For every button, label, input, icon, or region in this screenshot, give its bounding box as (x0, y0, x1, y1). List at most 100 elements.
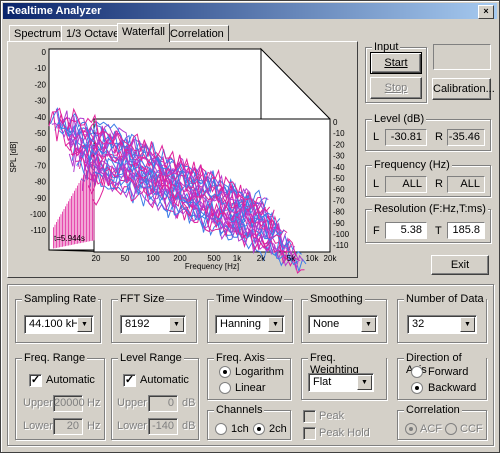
input-indicator (433, 44, 491, 70)
frequency-r-label: R (435, 178, 443, 190)
channels-label: Channels (214, 404, 265, 416)
stop-button[interactable]: Stop (370, 77, 422, 99)
level-range-upper-label: Upper (117, 397, 147, 409)
channels-1ch-label: 1ch (231, 423, 249, 435)
z-tick-label: -70 (333, 196, 345, 205)
time-window-select[interactable]: Hanning ▼ (215, 315, 285, 334)
level-range-lower-input[interactable]: -140 (148, 418, 178, 435)
waterfall-chart: 0-10-20-30-40-50-60-70-80-90-100-110 20 5… (9, 47, 350, 274)
y-tick-label: 0 (42, 48, 47, 57)
freq-range-lower-input[interactable]: 20 (53, 418, 83, 435)
fft-size-label: FFT Size (118, 293, 167, 305)
direction-forward-label: Forward (428, 366, 469, 378)
level-r-label: R (435, 131, 443, 143)
resolution-f-value: 5.38 (385, 222, 427, 239)
x-tick-label: 2k (257, 254, 266, 263)
sampling-rate-select[interactable]: 44.100 kHz ▼ (24, 315, 94, 334)
freq-range-upper-input[interactable]: 20000 (53, 395, 85, 412)
frequency-group-label: Frequency (Hz) (372, 159, 452, 171)
y-tick-label: -70 (34, 161, 46, 170)
time-label: t=5.944s (54, 234, 85, 243)
correlation-acf-radio[interactable] (405, 423, 417, 435)
freq-weighting-select[interactable]: Flat ▼ (308, 373, 374, 392)
level-range-upper-unit: dB (182, 397, 196, 409)
level-range-lower-label: Lower (117, 420, 147, 432)
resolution-f-label: F (373, 225, 380, 237)
peak-hold-checkbox[interactable] (303, 427, 316, 440)
x-axis-label: Frequency [Hz] (185, 262, 239, 271)
freq-range-automatic-label: Automatic (46, 374, 95, 386)
z-tick-label: -80 (333, 208, 345, 217)
y-tick-label: -80 (34, 178, 46, 187)
freq-axis-logarithm-radio[interactable] (219, 366, 231, 378)
correlation-ccf-radio[interactable] (445, 423, 457, 435)
freq-range-label: Freq. Range (22, 352, 88, 364)
correlation-label: Correlation (404, 404, 462, 416)
channels-1ch-radio[interactable] (215, 423, 227, 435)
z-tick-label: -90 (333, 219, 345, 228)
z-tick-label: -20 (333, 140, 345, 149)
exit-button[interactable]: Exit (431, 255, 489, 275)
level-l-value: -30.81 (385, 129, 427, 146)
direction-backward-label: Backward (428, 382, 477, 394)
window-title: Realtime Analyzer (7, 5, 102, 17)
y-tick-label: -90 (34, 194, 46, 203)
chevron-down-icon[interactable]: ▼ (77, 317, 92, 332)
chevron-down-icon[interactable]: ▼ (169, 317, 184, 332)
channels-2ch-radio[interactable] (253, 423, 265, 435)
freq-range-upper-label: Upper (23, 397, 53, 409)
tab-waterfall[interactable]: Waterfall (117, 23, 170, 42)
z-tick-label: -110 (333, 241, 349, 250)
start-button[interactable]: Start (370, 52, 422, 74)
y-tick-label: -40 (34, 113, 46, 122)
direction-backward-radio[interactable] (411, 382, 423, 394)
x-tick-label: 20k (324, 254, 338, 263)
peak-label: Peak (319, 410, 345, 422)
resolution-t-label: T (435, 225, 442, 237)
resolution-t-value: 185.8 (447, 222, 485, 239)
level-l-label: L (373, 131, 380, 143)
fft-size-select[interactable]: 8192 ▼ (120, 315, 186, 334)
smoothing-label: Smoothing (308, 293, 365, 305)
tab-correlation[interactable]: Correlation (165, 25, 229, 41)
level-range-upper-input[interactable]: 0 (148, 395, 178, 412)
tab-third-octave[interactable]: 1/3 Octave (61, 25, 125, 41)
x-tick-label: 5k (287, 254, 296, 263)
y-axis-label: SPL [dB] (9, 141, 18, 172)
y-tick-label: -110 (31, 226, 47, 235)
level-range-lower-unit: dB (182, 420, 196, 432)
y-tick-label: -60 (34, 145, 46, 154)
y-tick-label: -10 (34, 64, 46, 73)
z-tick-label: -10 (333, 129, 345, 138)
freq-axis-linear-label: Linear (235, 382, 266, 394)
direction-forward-radio[interactable] (411, 366, 423, 378)
level-group-label: Level (dB) (372, 113, 427, 125)
chevron-down-icon[interactable]: ▼ (357, 375, 372, 390)
peak-hold-label: Peak Hold (319, 427, 370, 439)
frequency-l-label: L (373, 178, 380, 190)
chevron-down-icon[interactable]: ▼ (361, 317, 376, 332)
y-tick-label: -20 (34, 80, 46, 89)
freq-range-automatic-checkbox[interactable]: ✓ (29, 374, 42, 387)
close-icon[interactable]: × (478, 5, 494, 19)
correlation-acf-label: ACF (420, 423, 442, 435)
number-of-data-label: Number of Data (404, 293, 486, 305)
freq-axis-linear-radio[interactable] (219, 382, 231, 394)
correlation-ccf-label: CCF (460, 423, 483, 435)
freq-axis-logarithm-label: Logarithm (235, 366, 284, 378)
frequency-r-value: ALL (447, 176, 485, 193)
peak-checkbox[interactable] (303, 410, 316, 423)
calibration-button[interactable]: Calibration... (432, 78, 495, 100)
z-tick-label: -40 (333, 163, 345, 172)
number-of-data-select[interactable]: 32 ▼ (407, 315, 477, 334)
z-tick-label: -30 (333, 152, 345, 161)
freq-range-lower-unit: Hz (87, 420, 101, 432)
chevron-down-icon[interactable]: ▼ (268, 317, 283, 332)
chevron-down-icon[interactable]: ▼ (460, 317, 475, 332)
frequency-l-value: ALL (385, 176, 427, 193)
level-range-automatic-checkbox[interactable]: ✓ (123, 374, 136, 387)
smoothing-select[interactable]: None ▼ (308, 315, 378, 334)
tab-spectrum[interactable]: Spectrum (9, 25, 67, 41)
y-tick-label: -50 (34, 129, 46, 138)
sampling-rate-label: Sampling Rate (22, 293, 99, 305)
